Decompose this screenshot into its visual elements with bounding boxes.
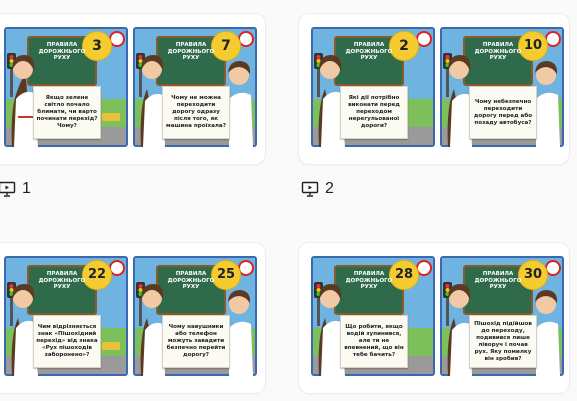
slide-thumbnail[interactable]: 25 ПРАВИЛА ДОРОЖНЬОГО РУХУ Чому навушник… [133,256,257,376]
question-card: Чим відрізняється знак «Пішохідний перех… [33,315,101,368]
presentation-icon [0,181,16,197]
slide-thumbnail[interactable]: 2 ПРАВИЛА ДОРОЖНЬОГО РУХУ Які дії потріб… [311,27,435,147]
question-text: Пішохід підійшов до переходу, подивився … [474,320,532,362]
question-card: Чому не можна переходити дорогу одразу п… [162,86,230,139]
slide-board-title: ПРАВИЛА ДОРОЖНЬОГО РУХУ [38,271,86,290]
slide-board-title: ПРАВИЛА ДОРОЖНЬОГО РУХУ [474,42,522,61]
question-text: Чим відрізняється знак «Пішохідний перех… [36,324,98,358]
presentation-count: 2 [325,180,334,197]
presentation-label[interactable]: 2 [301,180,334,198]
question-text: Які дії потрібно виконати перед переходо… [348,95,400,129]
slide-thumbnail[interactable]: 30 ПРАВИЛА ДОРОЖНЬОГО РУХУ Пішохід підій… [440,256,564,376]
slide-board-title: ПРАВИЛА ДОРОЖНЬОГО РУХУ [474,271,522,290]
slide-board-title: ПРАВИЛА ДОРОЖНЬОГО РУХУ [167,271,215,290]
slide-thumbnail[interactable]: 3 ПРАВИЛА ДОРОЖНЬОГО РУХУ Якщо зелене св… [4,27,128,147]
slide-board-title: ПРАВИЛА ДОРОЖНЬОГО РУХУ [345,271,393,290]
presentation-icon [301,181,319,197]
presentation-card[interactable]: 2 ПРАВИЛА ДОРОЖНЬОГО РУХУ Які дії потріб… [299,14,569,164]
presentation-card[interactable]: 3 ПРАВИЛА ДОРОЖНЬОГО РУХУ Якщо зелене св… [0,14,265,164]
question-card: Чому навушники або телефон можуть завади… [162,315,230,368]
question-text: Якщо зелене світло почало блимати, чи ва… [36,95,98,129]
slide-board-title: ПРАВИЛА ДОРОЖНЬОГО РУХУ [345,42,393,61]
question-card: Пішохід підійшов до переходу, подивився … [469,315,537,368]
slide-thumbnail[interactable]: 10 ПРАВИЛА ДОРОЖНЬОГО РУХУ Чому небезпеч… [440,27,564,147]
slide-board-title: ПРАВИЛА ДОРОЖНЬОГО РУХУ [167,42,215,61]
question-card: Які дії потрібно виконати перед переходо… [340,86,408,139]
slide-thumbnail[interactable]: 22 ПРАВИЛА ДОРОЖНЬОГО РУХУ Чим відрізняє… [4,256,128,376]
question-card: Якщо зелене світло почало блимати, чи ва… [33,86,101,139]
presentation-count: 1 [22,180,31,197]
slide-board-title: ПРАВИЛА ДОРОЖНЬОГО РУХУ [38,42,86,61]
presentation-label[interactable]: 1 [0,180,31,198]
presentation-card[interactable]: 22 ПРАВИЛА ДОРОЖНЬОГО РУХУ Чим відрізняє… [0,243,265,393]
question-text: Чому навушники або телефон можуть завади… [166,324,226,358]
question-text: Що робити, якщо водій зупинився, але ти … [344,324,404,358]
slide-thumbnail[interactable]: 28 ПРАВИЛА ДОРОЖНЬОГО РУХУ Що робити, як… [311,256,435,376]
question-text: Чому небезпечно переходити дорогу перед … [473,98,533,126]
slide-thumbnail[interactable]: 7 ПРАВИЛА ДОРОЖНЬОГО РУХУ Чому не можна … [133,27,257,147]
presentation-card[interactable]: 28 ПРАВИЛА ДОРОЖНЬОГО РУХУ Що робити, як… [299,243,569,393]
question-card: Чому небезпечно переходити дорогу перед … [469,86,537,139]
question-text: Чому не можна переходити дорогу одразу п… [166,95,226,129]
question-card: Що робити, якщо водій зупинився, але ти … [340,315,408,368]
